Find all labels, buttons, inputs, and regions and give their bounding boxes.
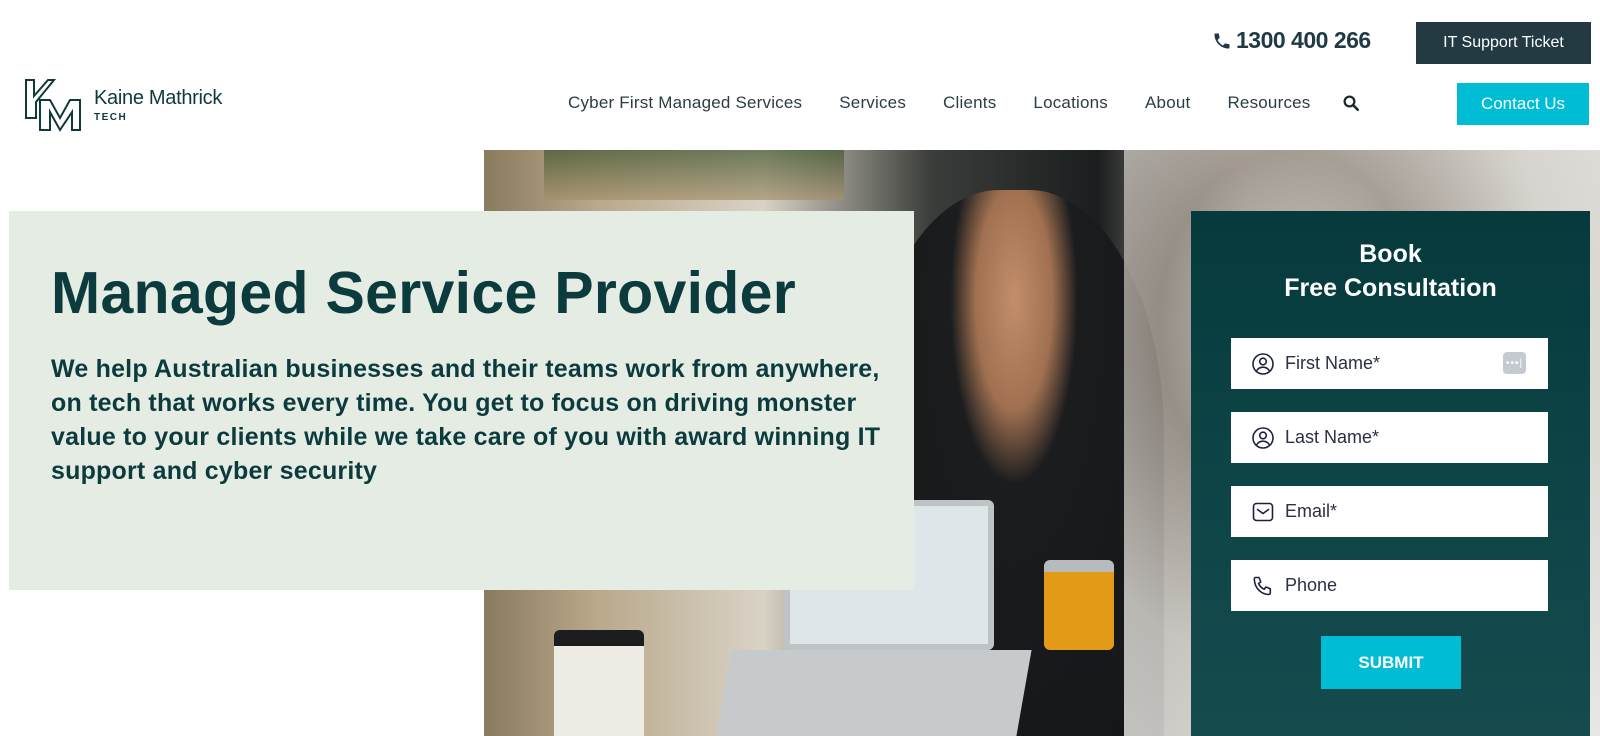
form-title-line2: Free Consultation (1284, 274, 1497, 302)
first-name-field[interactable]: •••| (1231, 338, 1548, 389)
last-name-field[interactable] (1231, 412, 1548, 463)
page: 1300 400 266 IT Support Ticket Kaine Mat… (0, 0, 1600, 736)
phone-icon (1214, 33, 1230, 48)
main-nav: Cyber First Managed Services Services Cl… (568, 93, 1360, 113)
logo-name: Kaine Mathrick (94, 87, 223, 109)
plant-decor (544, 150, 844, 200)
nav-item-clients[interactable]: Clients (943, 93, 996, 113)
password-manager-icon[interactable]: •••| (1503, 352, 1526, 374)
coffee-cup-decor (554, 630, 644, 736)
phone-input[interactable] (1285, 575, 1495, 596)
form-title-line1: Book (1359, 240, 1422, 268)
phone-field[interactable] (1231, 560, 1548, 611)
search-icon[interactable] (1342, 94, 1360, 112)
nav-item-locations[interactable]: Locations (1033, 93, 1108, 113)
first-name-input[interactable] (1285, 353, 1495, 374)
keyboard-decor (716, 650, 1032, 736)
phone-link[interactable]: 1300 400 266 (1212, 27, 1371, 54)
phone-number: 1300 400 266 (1236, 27, 1371, 53)
form-title: Book Free Consultation (1191, 237, 1590, 305)
consultation-form: Book Free Consultation •••| SUBMIT (1191, 211, 1590, 736)
nav-item-resources[interactable]: Resources (1227, 93, 1310, 113)
nav-item-services[interactable]: Services (839, 93, 906, 113)
phone-icon (1253, 576, 1272, 595)
submit-button[interactable]: SUBMIT (1321, 636, 1461, 689)
hero-title: Managed Service Provider (51, 260, 797, 326)
logo[interactable]: Kaine Mathrick TECH (24, 78, 222, 132)
email-field[interactable] (1231, 486, 1548, 537)
it-support-ticket-button[interactable]: IT Support Ticket (1416, 22, 1591, 64)
user-icon (1252, 352, 1274, 375)
last-name-input[interactable] (1285, 427, 1495, 448)
nav-item-about[interactable]: About (1145, 93, 1190, 113)
contact-us-button[interactable]: Contact Us (1457, 83, 1589, 125)
km-logo-icon (25, 79, 81, 132)
logo-subtitle: TECH (94, 112, 128, 123)
mug-decor (1044, 560, 1114, 650)
nav-item-cyber-first[interactable]: Cyber First Managed Services (568, 93, 802, 113)
email-input[interactable] (1285, 501, 1495, 522)
mail-icon (1252, 502, 1274, 521)
hero-intro-card: Managed Service Provider We help Austral… (9, 211, 914, 590)
user-icon (1252, 426, 1274, 449)
hero-description: We help Australian businesses and their … (51, 354, 881, 485)
